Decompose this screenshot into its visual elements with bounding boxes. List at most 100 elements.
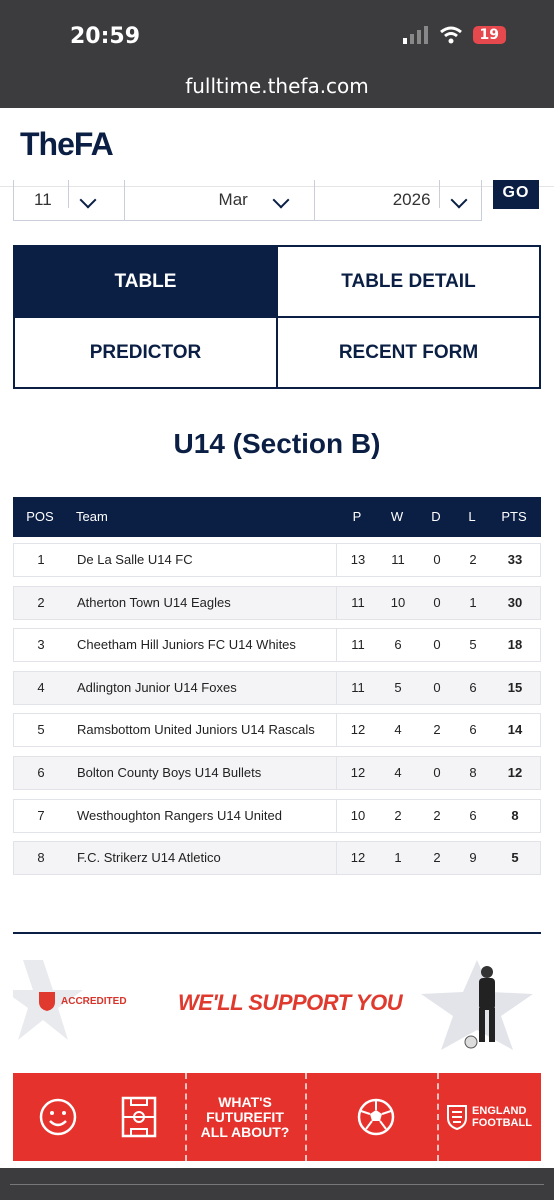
battery-icon: 19 xyxy=(472,26,506,44)
header-p: P xyxy=(352,509,362,524)
row-pos: 8 xyxy=(37,850,45,866)
pitch-icon xyxy=(121,1096,157,1138)
row-played: 13 xyxy=(350,552,366,567)
year-select[interactable]: 2026 xyxy=(315,180,481,220)
row-pos: 2 xyxy=(37,594,45,610)
row-lost: 8 xyxy=(469,764,477,780)
header-pos: POS xyxy=(26,509,54,524)
accredited-label: ACCREDITED xyxy=(61,995,127,1007)
three-lions-icon xyxy=(447,1105,468,1130)
tab-predictor[interactable]: PREDICTOR xyxy=(14,317,277,388)
row-drawn: 0 xyxy=(433,594,441,610)
row-pos: 7 xyxy=(37,807,45,823)
section-title: U14 (Section B) xyxy=(173,428,381,459)
row-played: 12 xyxy=(350,850,366,866)
row-points: 18 xyxy=(507,637,523,653)
chevron-down-icon xyxy=(79,191,97,209)
row-points: 15 xyxy=(507,679,523,695)
row-team[interactable]: Westhoughton Rangers U14 United xyxy=(77,800,282,832)
column-divider xyxy=(336,586,337,619)
header-team: Team xyxy=(76,509,108,524)
table-row[interactable]: 5 Ramsbottom United Juniors U14 Rascals … xyxy=(13,713,541,748)
row-played: 10 xyxy=(350,807,366,823)
smiley-icon xyxy=(39,1098,77,1136)
day-divider xyxy=(68,180,69,208)
football-label: FOOTBALL xyxy=(472,1117,532,1129)
row-won: 10 xyxy=(390,594,406,610)
accredited-badge: ACCREDITED xyxy=(37,990,127,1012)
date-picker: 11 Mar 2026 xyxy=(13,180,482,221)
row-drawn: 0 xyxy=(433,552,441,567)
wifi-icon xyxy=(439,26,462,44)
futurefit-text: WHAT'S FUTUREFIT ALL ABOUT? xyxy=(185,1073,305,1161)
column-divider xyxy=(336,799,337,832)
shield-icon xyxy=(39,992,55,1011)
table-row[interactable]: 7 Westhoughton Rangers U14 United 10 2 2… xyxy=(13,798,541,833)
smiley-item xyxy=(13,1073,103,1161)
row-pos: 5 xyxy=(37,722,45,738)
go-button[interactable]: GO xyxy=(493,180,539,209)
row-lost: 6 xyxy=(469,679,477,695)
view-tabs: TABLE TABLE DETAIL PREDICTOR RECENT FORM xyxy=(13,245,541,389)
row-played: 11 xyxy=(351,637,365,653)
section-divider xyxy=(13,932,541,934)
day-value: 11 xyxy=(34,190,52,209)
futurefit-line-3: ALL ABOUT? xyxy=(200,1123,290,1140)
table-row[interactable]: 6 Bolton County Boys U14 Bullets 12 4 0 … xyxy=(13,755,541,790)
row-played: 11 xyxy=(351,594,365,610)
site-header: TheFA xyxy=(0,108,554,187)
row-team[interactable]: Bolton County Boys U14 Bullets xyxy=(77,757,261,789)
row-points: 12 xyxy=(507,764,523,780)
row-drawn: 0 xyxy=(433,764,441,780)
chevron-down-icon xyxy=(450,191,468,209)
football-icon xyxy=(357,1098,395,1136)
row-drawn: 2 xyxy=(433,850,441,866)
row-team[interactable]: Cheetham Hill Juniors FC U14 Whites xyxy=(77,629,296,661)
row-points: 8 xyxy=(511,807,519,823)
support-banner[interactable]: ACCREDITED WE'LL SUPPORT YOU xyxy=(13,960,541,1050)
fa-logo[interactable]: TheFA xyxy=(20,126,114,163)
table-row[interactable]: 4 Adlington Junior U14 Foxes 11 5 0 6 15 xyxy=(13,670,541,705)
futurefit-banner[interactable]: WHAT'S FUTUREFIT ALL ABOUT? ENGLAND FOOT… xyxy=(13,1073,541,1161)
tab-recent-form[interactable]: RECENT FORM xyxy=(277,317,540,388)
row-played: 12 xyxy=(350,764,366,780)
row-team[interactable]: F.C. Strikerz U14 Atletico xyxy=(77,842,221,874)
day-select[interactable]: 11 xyxy=(14,180,125,220)
year-value: 2026 xyxy=(392,190,431,209)
month-value: Mar xyxy=(218,190,248,209)
browser-bottom-bar xyxy=(0,1168,554,1200)
table-row[interactable]: 3 Cheetham Hill Juniors FC U14 Whites 11… xyxy=(13,628,541,663)
header-d: D xyxy=(431,509,441,524)
row-won: 11 xyxy=(391,552,405,567)
chevron-down-icon xyxy=(272,191,290,209)
row-team[interactable]: Ramsbottom United Juniors U14 Rascals xyxy=(77,714,315,746)
row-played: 11 xyxy=(351,679,365,695)
row-team[interactable]: De La Salle U14 FC xyxy=(77,544,193,576)
row-points: 5 xyxy=(511,850,519,866)
url-bar[interactable]: fulltime.thefa.com xyxy=(0,68,554,108)
futurefit-line-2: FUTUREFIT xyxy=(206,1108,284,1125)
row-played: 12 xyxy=(350,722,366,738)
row-lost: 6 xyxy=(469,722,477,738)
tab-table[interactable]: TABLE xyxy=(14,246,277,317)
table-header: POS Team P W D L PTS xyxy=(13,497,541,537)
row-team[interactable]: Adlington Junior U14 Foxes xyxy=(77,672,237,704)
row-won: 6 xyxy=(394,637,402,653)
table-row[interactable]: 1 De La Salle U14 FC 13 11 0 2 33 xyxy=(13,543,541,577)
row-lost: 1 xyxy=(469,594,477,610)
tab-table-detail[interactable]: TABLE DETAIL xyxy=(277,246,540,317)
table-row[interactable]: 8 F.C. Strikerz U14 Atletico 12 1 2 9 5 xyxy=(13,841,541,876)
futurefit-line-1: WHAT'S xyxy=(218,1093,272,1110)
row-won: 5 xyxy=(394,679,402,695)
header-w: W xyxy=(390,509,404,524)
status-icons: 19 xyxy=(402,26,506,44)
row-lost: 6 xyxy=(469,807,477,823)
month-select[interactable]: Mar xyxy=(125,180,315,220)
row-won: 4 xyxy=(394,722,402,738)
row-team[interactable]: Atherton Town U14 Eagles xyxy=(77,587,231,619)
row-points: 14 xyxy=(507,722,523,738)
row-won: 4 xyxy=(394,764,402,780)
row-drawn: 0 xyxy=(433,679,441,695)
table-row[interactable]: 2 Atherton Town U14 Eagles 11 10 0 1 30 xyxy=(13,585,541,620)
row-lost: 2 xyxy=(469,552,477,567)
